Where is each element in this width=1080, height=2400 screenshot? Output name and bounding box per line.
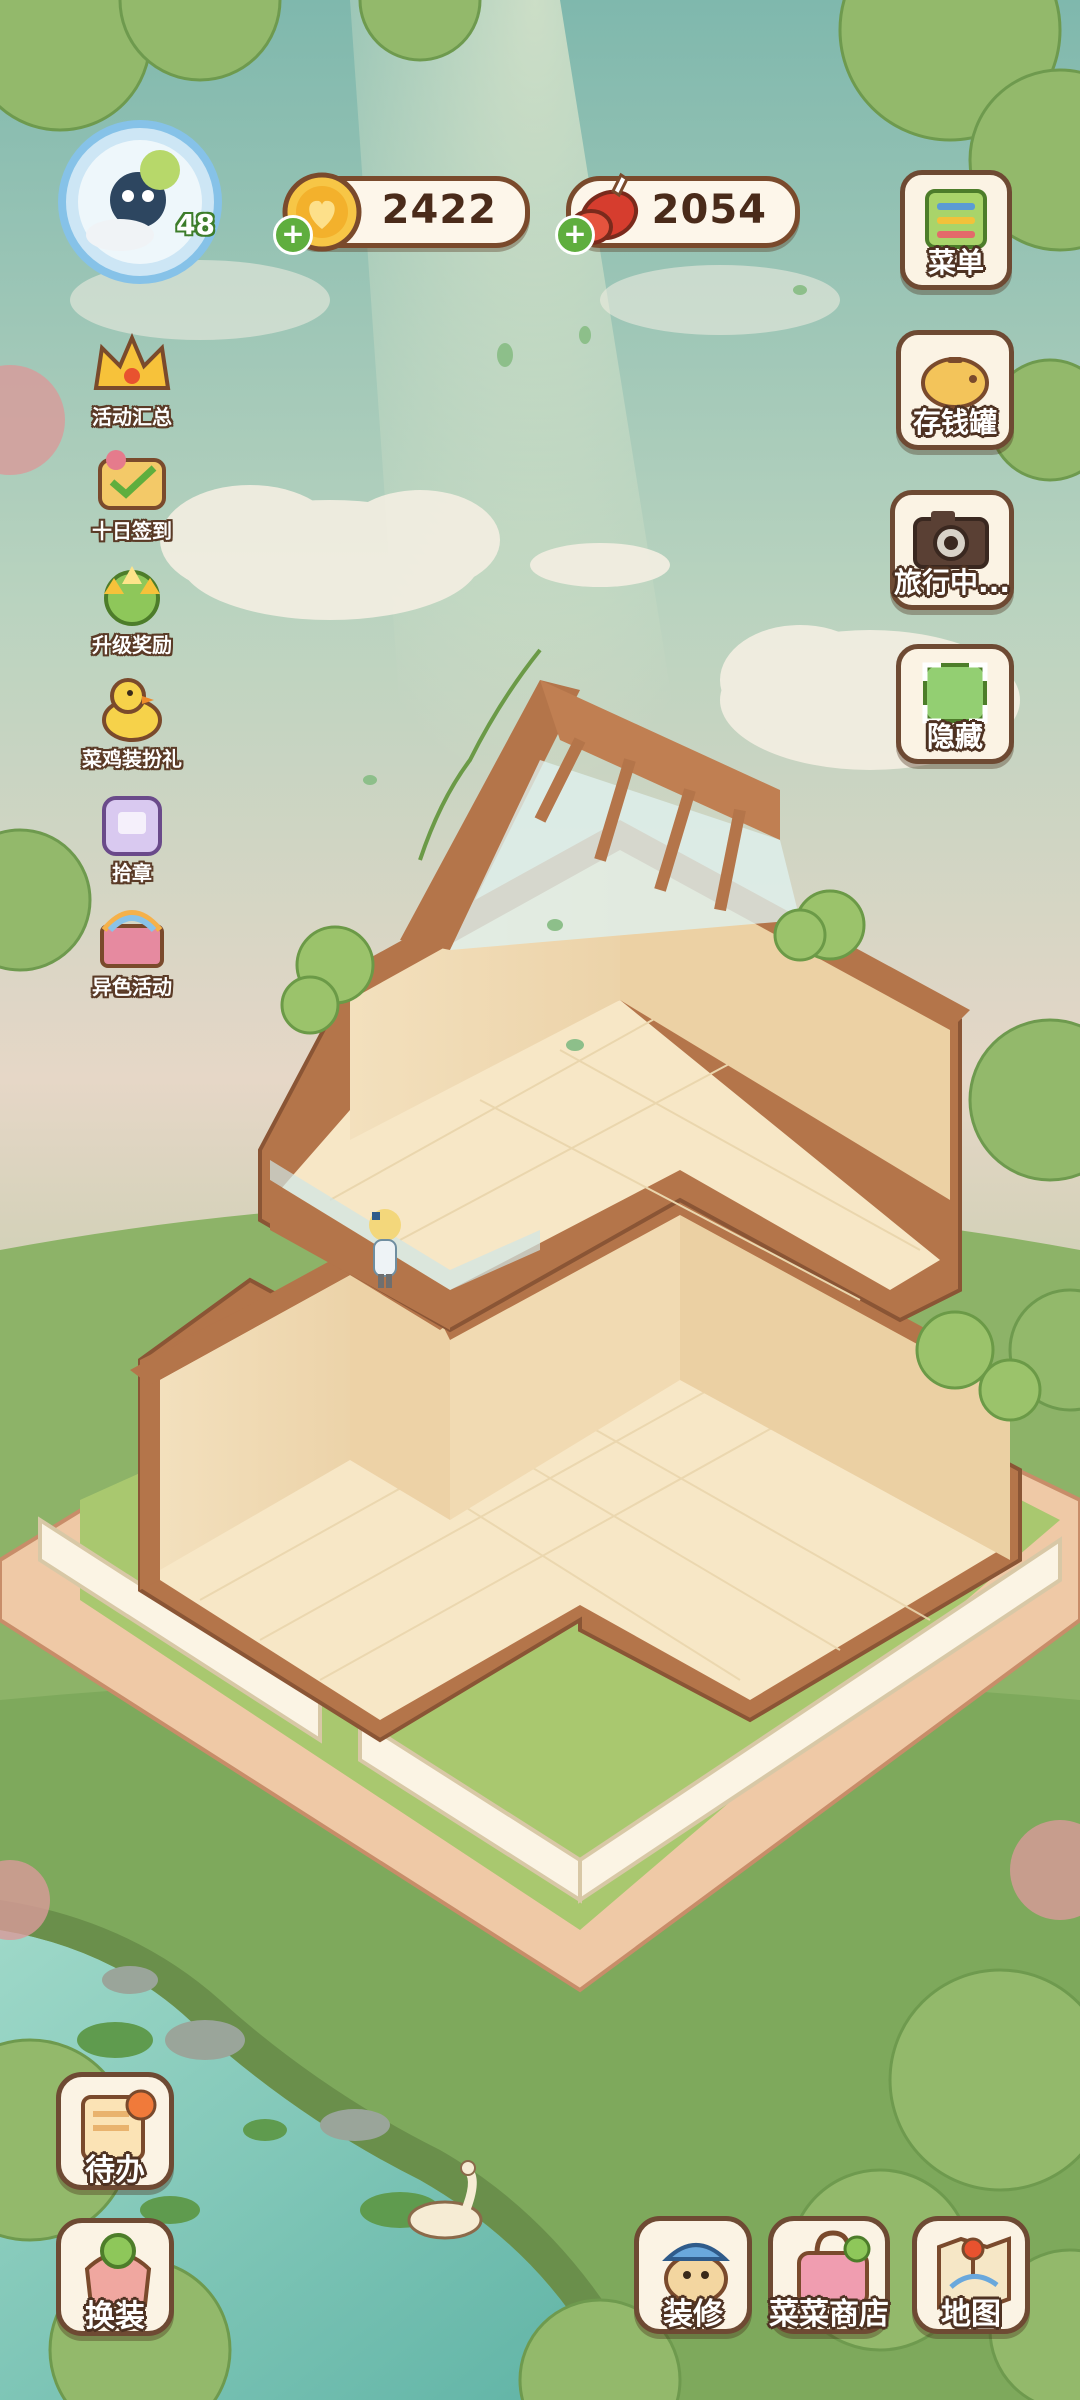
hide-label: 隐藏 — [926, 720, 984, 753]
stamp-label: 拾章 — [112, 861, 152, 885]
chicken-outfit-gift-button[interactable]: 菜鸡装扮礼 — [82, 668, 182, 771]
menu-label: 菜单 — [927, 246, 985, 279]
coin-counter[interactable]: + 2422 — [273, 172, 530, 255]
vegetable-counter[interactable]: + 2054 — [555, 172, 800, 255]
stamp-button[interactable]: 拾章 — [84, 782, 180, 885]
upgrade-reward-button[interactable]: 升级奖励 — [84, 554, 180, 657]
player-level: 48 — [176, 208, 215, 241]
map-button[interactable]: 地图 — [912, 2216, 1030, 2334]
rainbow-book-icon — [100, 910, 164, 968]
coin-value: 2422 — [381, 187, 497, 233]
add-vegetables-icon[interactable]: + — [555, 215, 595, 255]
variant-event-button[interactable]: 异色活动 — [84, 896, 180, 999]
menu-button[interactable]: 菜单 — [900, 170, 1012, 290]
todo-button[interactable]: 待办 — [56, 2072, 174, 2190]
vegetable-value: 2054 — [651, 187, 767, 233]
decorate-button[interactable]: 装修 — [634, 2216, 752, 2334]
outfit-button[interactable]: 换装 — [56, 2218, 174, 2336]
shop-button[interactable]: 菜菜商店 — [768, 2216, 890, 2334]
event-summary-label: 活动汇总 — [92, 405, 172, 429]
decorate-label: 装修 — [663, 2297, 723, 2332]
piggy-bank-button[interactable]: 存钱罐 — [896, 330, 1014, 450]
stamp-bag-icon — [102, 796, 162, 856]
todo-label: 待办 — [85, 2153, 145, 2188]
checkin-basket-icon — [98, 450, 166, 510]
traveling-button[interactable]: 旅行中... — [890, 490, 1014, 610]
player-avatar[interactable]: 48 — [50, 120, 228, 290]
ten-day-checkin-label: 十日签到 — [92, 519, 172, 543]
shop-label: 菜菜商店 — [769, 2297, 889, 2332]
traveling-label: 旅行中... — [894, 566, 1010, 599]
piggy-bank-label: 存钱罐 — [912, 406, 998, 439]
chicken-outfit-gift-label: 菜鸡装扮礼 — [82, 747, 182, 771]
outfit-label: 换装 — [85, 2299, 145, 2334]
hide-button[interactable]: 隐藏 — [896, 644, 1014, 764]
map-label: 地图 — [941, 2297, 1001, 2332]
upgrade-reward-label: 升级奖励 — [92, 633, 172, 657]
duck-icon — [102, 678, 162, 742]
variant-event-label: 异色活动 — [92, 975, 172, 999]
add-coins-icon[interactable]: + — [273, 215, 313, 255]
event-summary-button[interactable]: 活动汇总 — [84, 326, 180, 429]
upgrade-gift-icon — [104, 566, 160, 626]
ten-day-checkin-button[interactable]: 十日签到 — [84, 440, 180, 543]
crown-icon — [93, 332, 171, 390]
